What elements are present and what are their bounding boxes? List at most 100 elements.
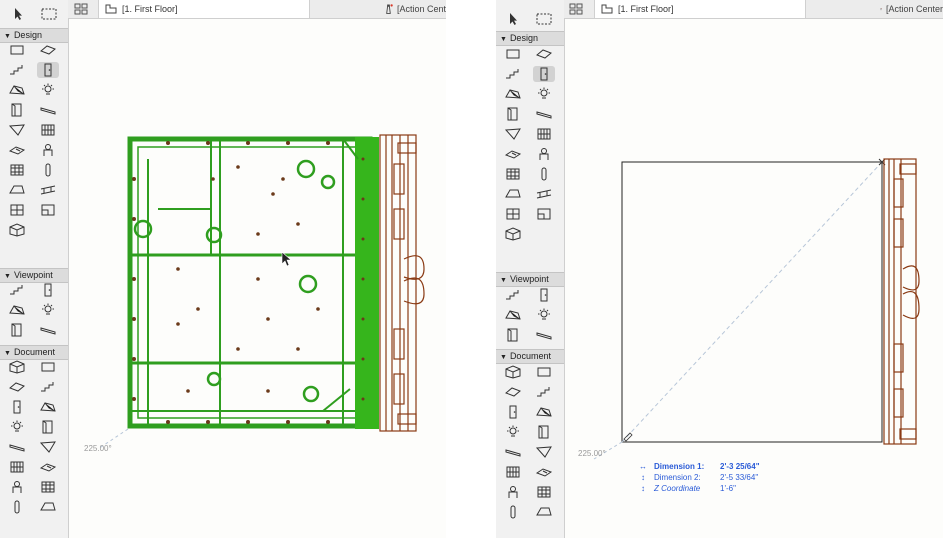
opening-icon[interactable] [37, 202, 59, 218]
tab-action-center[interactable]: [Action Center [876, 0, 943, 18]
circle-icon[interactable] [6, 459, 28, 475]
circle-icon[interactable] [502, 464, 524, 480]
interior-elevation-icon[interactable] [6, 302, 28, 318]
change-icon[interactable] [37, 419, 59, 435]
door-icon[interactable] [533, 126, 555, 142]
roof-icon[interactable] [502, 86, 524, 102]
figure-icon[interactable] [6, 499, 28, 515]
column-icon[interactable] [37, 42, 59, 58]
fill-icon[interactable] [502, 444, 524, 460]
document-section-header[interactable]: ▼ Document [0, 345, 68, 360]
camera-icon[interactable] [533, 327, 555, 343]
column-icon[interactable] [533, 46, 555, 62]
tab-first-floor[interactable]: [1. First Floor] [594, 0, 806, 18]
skylight-icon[interactable] [533, 146, 555, 162]
elevation-icon[interactable] [37, 282, 59, 298]
radial-dimension-icon[interactable] [502, 384, 524, 400]
zone-icon[interactable] [533, 166, 555, 182]
design-section-header[interactable]: ▼ Design [0, 28, 68, 43]
zone-icon[interactable] [37, 162, 59, 178]
section-icon[interactable] [6, 282, 28, 298]
section-icon[interactable] [502, 287, 524, 303]
spline-icon[interactable] [6, 479, 28, 495]
label-icon[interactable] [533, 404, 555, 420]
opening-icon[interactable] [533, 206, 555, 222]
arrow-tool-icon[interactable] [502, 11, 524, 27]
stair-icon[interactable] [502, 106, 524, 122]
wall-end-icon[interactable] [502, 226, 524, 242]
railing-icon[interactable] [37, 102, 59, 118]
document-section-header[interactable]: ▼ Document [496, 349, 564, 364]
worksheet-icon[interactable] [533, 307, 555, 323]
detail-icon[interactable] [502, 327, 524, 343]
roof-icon[interactable] [6, 82, 28, 98]
dimension-icon[interactable] [502, 364, 524, 380]
marquee-tool-icon[interactable] [533, 11, 555, 27]
curtain-wall-icon[interactable] [502, 126, 524, 142]
window-icon[interactable] [6, 142, 28, 158]
label-icon[interactable] [37, 399, 59, 415]
slab-icon[interactable] [533, 66, 555, 82]
level-dimension-icon[interactable] [533, 364, 555, 380]
arc-icon[interactable] [533, 464, 555, 480]
design-section-header[interactable]: ▼ Design [496, 31, 564, 46]
spot-dimension-icon[interactable] [502, 424, 524, 440]
tab-overview-icon[interactable] [565, 1, 587, 17]
text-icon[interactable] [6, 399, 28, 415]
shell-icon[interactable] [37, 82, 59, 98]
drawing-icon[interactable] [37, 499, 59, 515]
level-dimension-icon[interactable] [37, 359, 59, 375]
slab-icon[interactable] [37, 62, 59, 78]
figure-icon[interactable] [502, 504, 524, 520]
wall-icon[interactable] [502, 46, 524, 62]
lamp-icon[interactable] [37, 182, 59, 198]
window-icon[interactable] [502, 146, 524, 162]
radial-dimension-icon[interactable] [6, 379, 28, 395]
mesh-icon[interactable] [6, 202, 28, 218]
detail-icon[interactable] [6, 322, 28, 338]
stair-icon[interactable] [6, 102, 28, 118]
curtain-wall-icon[interactable] [6, 122, 28, 138]
wall-icon[interactable] [6, 42, 28, 58]
mesh-icon[interactable] [502, 206, 524, 222]
wall-end-icon[interactable] [6, 222, 28, 238]
elevation-icon[interactable] [533, 287, 555, 303]
hotspot-icon[interactable] [533, 484, 555, 500]
beam-icon[interactable] [6, 62, 28, 78]
object-icon[interactable] [502, 186, 524, 202]
dimension-icon[interactable] [6, 359, 28, 375]
door-icon[interactable] [37, 122, 59, 138]
text-icon[interactable] [502, 404, 524, 420]
design-section-label: Design [509, 33, 538, 43]
morph-icon[interactable] [502, 166, 524, 182]
spot-dimension-icon[interactable] [6, 419, 28, 435]
angle-dimension-icon[interactable] [533, 384, 555, 400]
viewpoint-section-header[interactable]: ▼ Viewpoint [496, 272, 564, 287]
viewpoint-section-header[interactable]: ▼ Viewpoint [0, 268, 68, 283]
beam-icon[interactable] [502, 66, 524, 82]
line-icon[interactable] [37, 439, 59, 455]
angle-dimension-icon[interactable] [37, 379, 59, 395]
marquee-tool-icon[interactable] [38, 6, 60, 22]
shell-icon[interactable] [533, 86, 555, 102]
object-icon[interactable] [6, 182, 28, 198]
worksheet-icon[interactable] [37, 302, 59, 318]
railing-icon[interactable] [533, 106, 555, 122]
fill-icon[interactable] [6, 439, 28, 455]
spline-icon[interactable] [502, 484, 524, 500]
arc-icon[interactable] [37, 459, 59, 475]
lamp-icon[interactable] [533, 186, 555, 202]
floor-plan-canvas-left[interactable] [68, 19, 446, 538]
tab-overview-icon[interactable] [70, 1, 92, 17]
skylight-icon[interactable] [37, 142, 59, 158]
camera-icon[interactable] [37, 322, 59, 338]
arrow-tool-icon[interactable] [7, 6, 29, 22]
interior-elevation-icon[interactable] [502, 307, 524, 323]
hotspot-icon[interactable] [37, 479, 59, 495]
change-icon[interactable] [533, 424, 555, 440]
tab-action-center[interactable]: [Action Cent [380, 0, 446, 18]
line-icon[interactable] [533, 444, 555, 460]
tab-first-floor[interactable]: [1. First Floor] [98, 0, 310, 18]
drawing-icon[interactable] [533, 504, 555, 520]
morph-icon[interactable] [6, 162, 28, 178]
